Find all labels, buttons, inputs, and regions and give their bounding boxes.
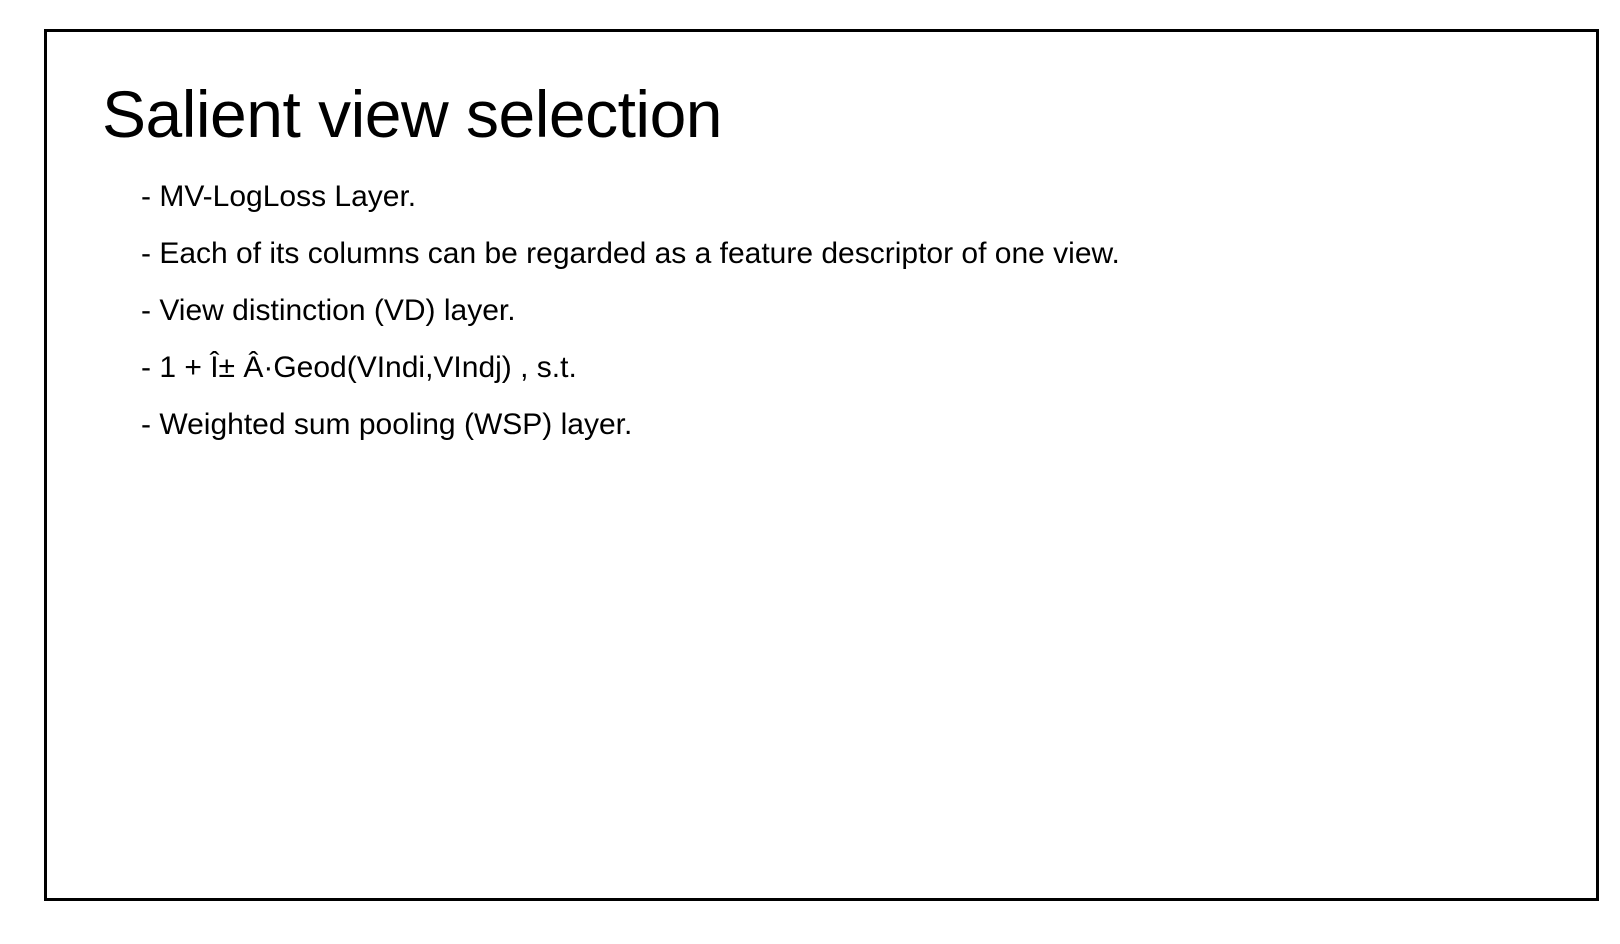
bullet-item-geod-formula: - 1 + Î± Â·Geod(VIndi,VIndj) , s.t. [141, 351, 577, 384]
slide-frame: Salient view selection - MV-LogLoss Laye… [44, 29, 1599, 901]
bullet-item-columns-descriptor: - Each of its columns can be regarded as… [141, 237, 1120, 270]
bullet-item-weighted-sum-pooling: - Weighted sum pooling (WSP) layer. [141, 408, 633, 441]
bullet-list: - MV-LogLoss Layer. - Each of its column… [141, 178, 1120, 463]
slide-title: Salient view selection [102, 77, 723, 151]
bullet-item-mv-logloss: - MV-LogLoss Layer. [141, 180, 417, 213]
bullet-item-view-distinction: - View distinction (VD) layer. [141, 294, 516, 327]
